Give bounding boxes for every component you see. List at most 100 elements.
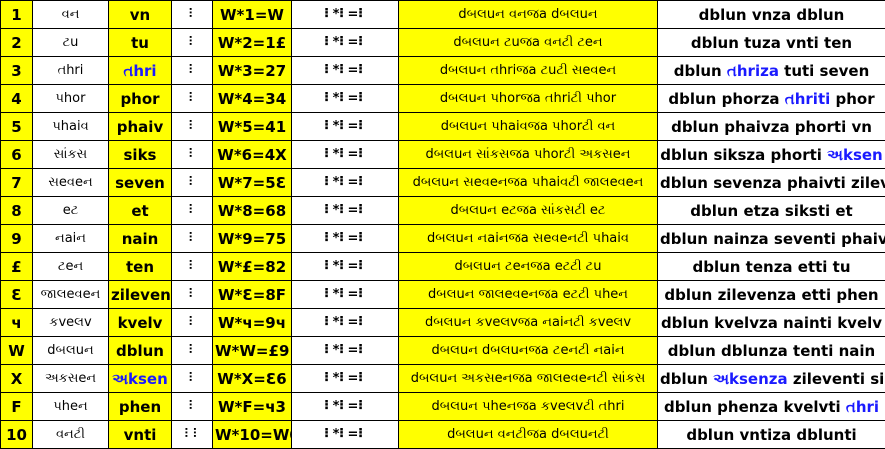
latin-name: તhri bbox=[108, 56, 172, 85]
latin-phrase: dblun nainza seventi phaiv bbox=[657, 224, 885, 253]
script-phrase: dબલuન વનટીજa dબલuનટી bbox=[398, 420, 658, 449]
glyph-digit: ⠇ bbox=[171, 224, 213, 253]
row-number: X bbox=[0, 364, 33, 393]
table-row: 6 સાંકસ siks ⠇ W*6=4X ⠇*⠇=⠇ dબલuન સાંકસજa પhor… bbox=[0, 140, 885, 169]
latin-phrase: dblun અksenza zileventi siks bbox=[657, 364, 885, 393]
script-phrase: dબલuન તhriજa ટuટી સeવeન bbox=[398, 56, 658, 85]
latin-phrase: dblun phenza kvelvti તhri bbox=[657, 392, 885, 421]
table-row: 7 સeવeન seven ⠇ W*7=5Ɛ ⠇*⠇=⠇ dબલuન સeવeનજa પha… bbox=[0, 168, 885, 197]
row-number: 3 bbox=[0, 56, 33, 85]
latin-phrase: dblun sevenza phaivti zileven bbox=[657, 168, 885, 197]
row-number: £ bbox=[0, 252, 33, 281]
glyph-digit: ⠇ bbox=[171, 56, 213, 85]
table-row: 4 પhor phor ⠇ W*4=34 ⠇*⠇=⠇ dબલuન પhorજa તhriટી… bbox=[0, 84, 885, 113]
script-phrase: dબલuન અકસeનજa જાલeવeનટી સાંકસ bbox=[398, 364, 658, 393]
script-name: જાલeવeન bbox=[32, 280, 109, 309]
row-number: W bbox=[0, 336, 33, 365]
equation: W*Ɛ=8F bbox=[212, 280, 292, 309]
table-row: Wdબલuન dblun ⠇ W*W=£9 ⠇*⠇=⠇ dબલuન dબલuનજa ટeન… bbox=[0, 336, 885, 365]
latin-name: અksen bbox=[108, 364, 172, 393]
script-phrase: dબલuન નaiનજa સeવeનટી પhaiવ bbox=[398, 224, 658, 253]
glyph-equation: ⠇*⠇=⠇ bbox=[291, 336, 399, 365]
script-name: dબલuન bbox=[32, 336, 109, 365]
glyph-digit: ⠇ bbox=[171, 196, 213, 225]
script-name: પheન bbox=[32, 392, 109, 421]
latin-name: dblun bbox=[108, 336, 172, 365]
table-row: 9 નaiન nain ⠇ W*9=75 ⠇*⠇=⠇ dબલuન નaiનજa સeવeનટ… bbox=[0, 224, 885, 253]
glyph-equation: ⠇*⠇=⠇ bbox=[291, 28, 399, 57]
row-number: 2 bbox=[0, 28, 33, 57]
table-row: X અકસeન અksen ⠇ W*X=Ɛ6 ⠇*⠇=⠇ dબલuન અકસeનજa જાલ… bbox=[0, 364, 885, 393]
equation: W*2=1£ bbox=[212, 28, 292, 57]
latin-phrase: dblun zilevenza etti phen bbox=[657, 280, 885, 309]
glyph-equation: ⠇*⠇=⠇ bbox=[291, 196, 399, 225]
glyph-digit: ⠇ bbox=[171, 84, 213, 113]
row-number: F bbox=[0, 392, 33, 421]
glyph-equation: ⠇*⠇=⠇ bbox=[291, 252, 399, 281]
latin-phrase: dblun siksza phorti અksen bbox=[657, 140, 885, 169]
table-row: £ ટeન ten ⠇ W*£=82 ⠇*⠇=⠇ dબલuન ટeનજa eટટી ટu db… bbox=[0, 252, 885, 281]
latin-phrase: dblun તhriza tuti seven bbox=[657, 56, 885, 85]
script-name: eટ bbox=[32, 196, 109, 225]
equation: W*6=4X bbox=[212, 140, 292, 169]
latin-name: phen bbox=[108, 392, 172, 421]
table-row: 8 eટ et ⠇ W*8=68 ⠇*⠇=⠇ dબલuન eટજa સાંકસટી eટ db… bbox=[0, 196, 885, 225]
row-number: 10 bbox=[0, 420, 33, 449]
row-number: 8 bbox=[0, 196, 33, 225]
script-phrase: dબલuન પhorજa તhriટી પhor bbox=[398, 84, 658, 113]
latin-name: phor bbox=[108, 84, 172, 113]
table-row: 2 ટu tu ⠇ W*2=1£ ⠇*⠇=⠇ dબલuન ટuજa વનટી ટeન dblu… bbox=[0, 28, 885, 57]
row-number: 1 bbox=[0, 0, 33, 29]
glyph-digit: ⠇ bbox=[171, 364, 213, 393]
script-phrase: dબલuન વનજa dબલuન bbox=[398, 0, 658, 29]
glyph-digit: ⠇ bbox=[171, 0, 213, 29]
script-phrase: dબલuન eટજa સાંકસટી eટ bbox=[398, 196, 658, 225]
glyph-digit: ⠇⠇ bbox=[171, 420, 213, 449]
glyph-digit: ⠇ bbox=[171, 280, 213, 309]
script-name: કveલv bbox=[32, 308, 109, 337]
table-row: 3 તhri તhri ⠇ W*3=27 ⠇*⠇=⠇ dબલuન તhriજa ટuટી સ… bbox=[0, 56, 885, 85]
script-name: ટeન bbox=[32, 252, 109, 281]
script-phrase: dબલuન dબલuનજa ટeનટી નaiન bbox=[398, 336, 658, 365]
table-row: 1 વન vn ⠇ W*1=W ⠇*⠇=⠇ dબલuન વનજa dબલuન dblun vn… bbox=[0, 0, 885, 29]
row-number: 9 bbox=[0, 224, 33, 253]
latin-name: vnti bbox=[108, 420, 172, 449]
script-name: સાંકસ bbox=[32, 140, 109, 169]
row-number: 5 bbox=[0, 112, 33, 141]
latin-name: tu bbox=[108, 28, 172, 57]
latin-name: siks bbox=[108, 140, 172, 169]
glyph-equation: ⠇*⠇=⠇ bbox=[291, 84, 399, 113]
row-number: 4 bbox=[0, 84, 33, 113]
equation: W*10=W0 bbox=[212, 420, 292, 449]
number-table: 1 વન vn ⠇ W*1=W ⠇*⠇=⠇ dબલuન વનજa dબલuન dblun vn… bbox=[0, 0, 885, 449]
script-phrase: dબલuન કveલvજa નaiનટી કveલv bbox=[398, 308, 658, 337]
latin-name: vn bbox=[108, 0, 172, 29]
script-name: સeવeન bbox=[32, 168, 109, 197]
equation: W*5=41 bbox=[212, 112, 292, 141]
row-number: ч bbox=[0, 308, 33, 337]
latin-phrase: dblun tuza vnti ten bbox=[657, 28, 885, 57]
equation: W*X=Ɛ6 bbox=[212, 364, 292, 393]
equation: W*8=68 bbox=[212, 196, 292, 225]
equation: W*7=5Ɛ bbox=[212, 168, 292, 197]
glyph-digit: ⠇ bbox=[171, 336, 213, 365]
glyph-digit: ⠇ bbox=[171, 112, 213, 141]
script-name: વનટી bbox=[32, 420, 109, 449]
latin-phrase: dblun dblunza tenti nain bbox=[657, 336, 885, 365]
latin-name: kvelv bbox=[108, 308, 172, 337]
glyph-equation: ⠇*⠇=⠇ bbox=[291, 308, 399, 337]
glyph-digit: ⠇ bbox=[171, 28, 213, 57]
glyph-equation: ⠇*⠇=⠇ bbox=[291, 168, 399, 197]
latin-phrase: dblun phaivza phorti vn bbox=[657, 112, 885, 141]
script-phrase: dબલuન સાંકસજa પhorટી અકસeન bbox=[398, 140, 658, 169]
script-name: તhri bbox=[32, 56, 109, 85]
script-phrase: dબલuન ટuજa વનટી ટeન bbox=[398, 28, 658, 57]
latin-phrase: dblun vnza dblun bbox=[657, 0, 885, 29]
latin-name: nain bbox=[108, 224, 172, 253]
script-phrase: dબલuન સeવeનજa પhaiવટી જાલeવeન bbox=[398, 168, 658, 197]
glyph-digit: ⠇ bbox=[171, 252, 213, 281]
latin-phrase: dblun vntiza dblunti bbox=[657, 420, 885, 449]
glyph-digit: ⠇ bbox=[171, 392, 213, 421]
glyph-equation: ⠇*⠇=⠇ bbox=[291, 392, 399, 421]
row-number: 6 bbox=[0, 140, 33, 169]
